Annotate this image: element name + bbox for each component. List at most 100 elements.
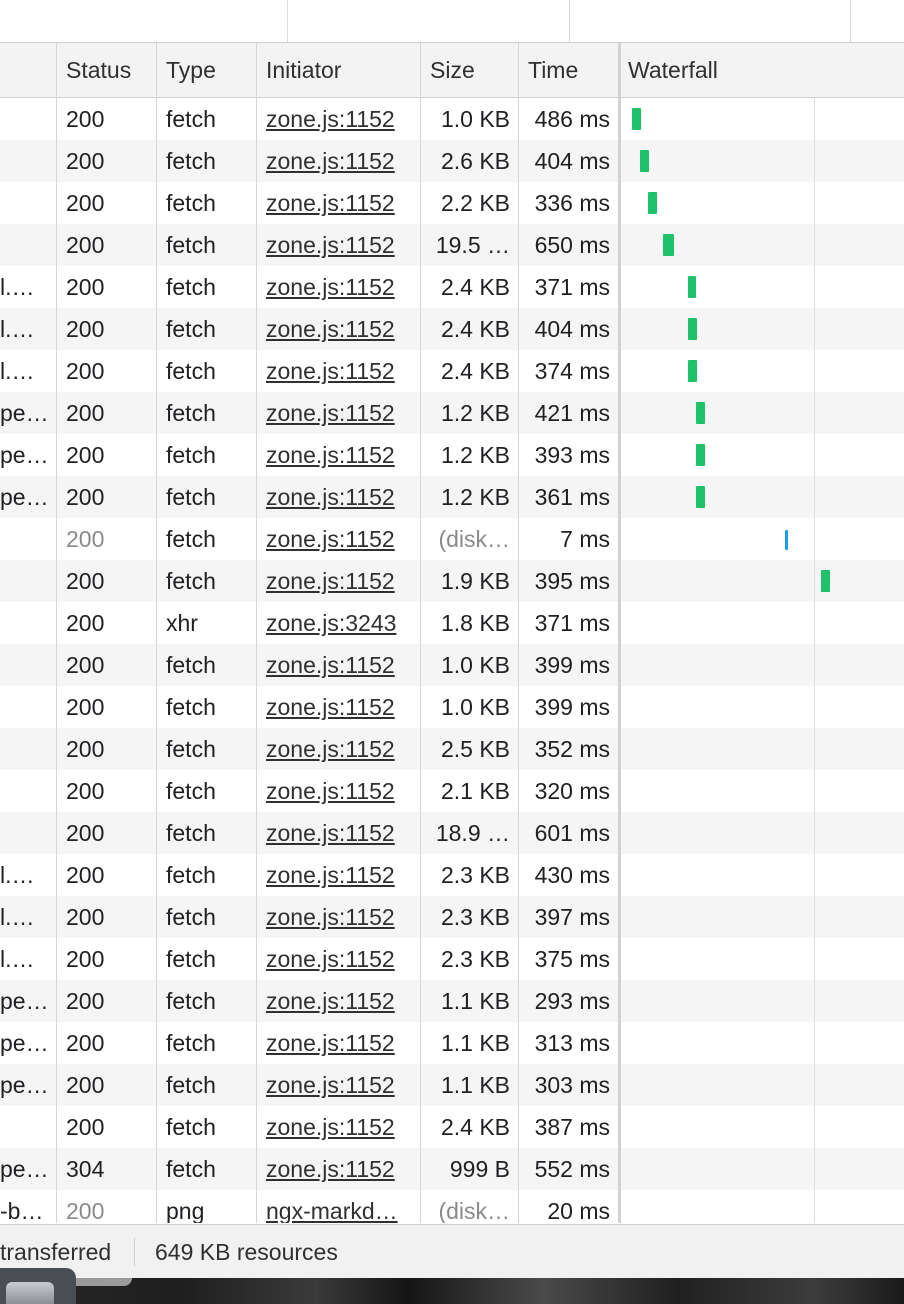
initiator-link[interactable]: zone.js:1152 [257, 728, 421, 770]
type-cell: fetch [166, 568, 216, 594]
time-cell: 430 ms [534, 862, 610, 888]
table-row[interactable]: l.… 200 fetch zone.js:1152 2.3 KB 375 ms [0, 938, 904, 980]
initiator-link[interactable]: zone.js:1152 [257, 896, 421, 938]
column-header-waterfall[interactable]: Waterfall [619, 43, 904, 97]
table-row[interactable]: pe… 200 fetch zone.js:1152 1.2 KB 393 ms [0, 434, 904, 476]
table-row[interactable]: 200 fetch zone.js:1152 2.4 KB 387 ms [0, 1106, 904, 1148]
initiator-link[interactable]: zone.js:3243 [257, 602, 421, 644]
table-row[interactable]: 200 xhr zone.js:3243 1.8 KB 371 ms [0, 602, 904, 644]
initiator-link[interactable]: zone.js:1152 [257, 938, 421, 980]
waterfall-bar[interactable] [688, 276, 697, 298]
table-row[interactable]: l.… 200 fetch zone.js:1152 2.3 KB 397 ms [0, 896, 904, 938]
column-divider[interactable] [56, 43, 57, 1223]
waterfall-bar[interactable] [821, 570, 830, 592]
initiator-link[interactable]: zone.js:1152 [257, 560, 421, 602]
trash-icon[interactable] [6, 1282, 54, 1304]
initiator-link[interactable]: zone.js:1152 [257, 1148, 421, 1190]
waterfall-bar[interactable] [688, 360, 698, 382]
initiator-link[interactable]: zone.js:1152 [257, 476, 421, 518]
table-row[interactable]: l.… 200 fetch zone.js:1152 2.3 KB 430 ms [0, 854, 904, 896]
request-name [0, 182, 57, 224]
waterfall-gridline [814, 98, 815, 1223]
type-cell: fetch [166, 652, 216, 678]
table-row[interactable]: l.… 200 fetch zone.js:1152 2.4 KB 371 ms [0, 266, 904, 308]
column-header-size[interactable]: Size [421, 43, 519, 97]
column-divider[interactable] [256, 43, 257, 1223]
waterfall-bar[interactable] [640, 150, 650, 172]
waterfall-divider[interactable] [618, 43, 621, 1223]
table-row[interactable]: l.… 200 fetch zone.js:1152 2.4 KB 374 ms [0, 350, 904, 392]
desktop-wallpaper [0, 1278, 904, 1304]
column-divider[interactable] [420, 43, 421, 1223]
time-cell: 374 ms [534, 358, 610, 384]
waterfall-bar[interactable] [696, 486, 706, 508]
waterfall-bar[interactable] [648, 192, 658, 214]
initiator-link[interactable]: zone.js:1152 [257, 182, 421, 224]
toolbar-divider [287, 0, 288, 42]
table-row[interactable]: 200 fetch zone.js:1152 1.0 KB 399 ms [0, 686, 904, 728]
table-row[interactable]: 200 fetch zone.js:1152 2.2 KB 336 ms [0, 182, 904, 224]
status-cell: 200 [66, 232, 105, 258]
type-cell: fetch [166, 232, 216, 258]
table-row[interactable]: pe… 200 fetch zone.js:1152 1.1 KB 303 ms [0, 1064, 904, 1106]
initiator-link[interactable]: zone.js:1152 [257, 266, 421, 308]
initiator-link[interactable]: zone.js:1152 [257, 686, 421, 728]
table-row[interactable]: pe… 200 fetch zone.js:1152 1.2 KB 421 ms [0, 392, 904, 434]
initiator-link[interactable]: zone.js:1152 [257, 350, 421, 392]
initiator-link[interactable]: zone.js:1152 [257, 854, 421, 896]
size-cell: 999 B [449, 1156, 510, 1182]
table-row[interactable]: 200 fetch zone.js:1152 2.5 KB 352 ms [0, 728, 904, 770]
initiator-link[interactable]: zone.js:1152 [257, 1106, 421, 1148]
status-bar: transferred 649 KB resources [0, 1224, 904, 1279]
type-cell: fetch [166, 106, 216, 132]
time-cell: 303 ms [534, 1072, 610, 1098]
column-divider[interactable] [156, 43, 157, 1223]
table-row[interactable]: 200 fetch zone.js:1152 18.9 … 601 ms [0, 812, 904, 854]
initiator-link[interactable]: zone.js:1152 [257, 518, 421, 560]
column-divider[interactable] [518, 43, 519, 1223]
table-row[interactable]: 200 fetch zone.js:1152 (disk… 7 ms [0, 518, 904, 560]
waterfall-bar[interactable] [696, 402, 706, 424]
waterfall-bar[interactable] [662, 234, 675, 256]
status-cell: 200 [66, 106, 105, 132]
initiator-link[interactable]: zone.js:1152 [257, 308, 421, 350]
initiator-link[interactable]: zone.js:1152 [257, 434, 421, 476]
table-row[interactable]: pe… 200 fetch zone.js:1152 1.2 KB 361 ms [0, 476, 904, 518]
initiator-link[interactable]: zone.js:1152 [257, 1022, 421, 1064]
initiator-link[interactable]: zone.js:1152 [257, 140, 421, 182]
initiator-link[interactable]: ngx-markd… [257, 1190, 421, 1223]
initiator-link[interactable]: zone.js:1152 [257, 392, 421, 434]
table-row[interactable]: 200 fetch zone.js:1152 2.1 KB 320 ms [0, 770, 904, 812]
waterfall-bar[interactable] [696, 444, 706, 466]
table-row[interactable]: l.… 200 fetch zone.js:1152 2.4 KB 404 ms [0, 308, 904, 350]
initiator-link[interactable]: zone.js:1152 [257, 980, 421, 1022]
table-row[interactable]: pe… 200 fetch zone.js:1152 1.1 KB 293 ms [0, 980, 904, 1022]
column-header-time[interactable]: Time [519, 43, 619, 97]
column-header-initiator[interactable]: Initiator [257, 43, 421, 97]
time-cell: 361 ms [534, 484, 610, 510]
table-row[interactable]: 200 fetch zone.js:1152 1.9 KB 395 ms [0, 560, 904, 602]
size-cell: (disk… [438, 1198, 510, 1223]
status-cell: 200 [66, 400, 105, 426]
table-row[interactable]: pe… 304 fetch zone.js:1152 999 B 552 ms [0, 1148, 904, 1190]
waterfall-bar[interactable] [631, 108, 641, 130]
table-row[interactable]: -b… 200 png ngx-markd… (disk… 20 ms [0, 1190, 904, 1223]
table-row[interactable]: 200 fetch zone.js:1152 19.5 … 650 ms [0, 224, 904, 266]
initiator-link[interactable]: zone.js:1152 [257, 1064, 421, 1106]
size-cell: 2.4 KB [440, 1114, 510, 1140]
column-header-status[interactable]: Status [57, 43, 157, 97]
size-cell: 1.2 KB [440, 484, 510, 510]
initiator-link[interactable]: zone.js:1152 [257, 770, 421, 812]
table-row[interactable]: pe… 200 fetch zone.js:1152 1.1 KB 313 ms [0, 1022, 904, 1064]
table-row[interactable]: 200 fetch zone.js:1152 1.0 KB 486 ms [0, 98, 904, 140]
initiator-link[interactable]: zone.js:1152 [257, 98, 421, 140]
status-cell: 200 [66, 904, 105, 930]
table-row[interactable]: 200 fetch zone.js:1152 2.6 KB 404 ms [0, 140, 904, 182]
initiator-link[interactable]: zone.js:1152 [257, 224, 421, 266]
waterfall-bar[interactable] [785, 530, 789, 550]
initiator-link[interactable]: zone.js:1152 [257, 644, 421, 686]
waterfall-bar[interactable] [688, 318, 698, 340]
initiator-link[interactable]: zone.js:1152 [257, 812, 421, 854]
table-row[interactable]: 200 fetch zone.js:1152 1.0 KB 399 ms [0, 644, 904, 686]
column-header-type[interactable]: Type [157, 43, 257, 97]
